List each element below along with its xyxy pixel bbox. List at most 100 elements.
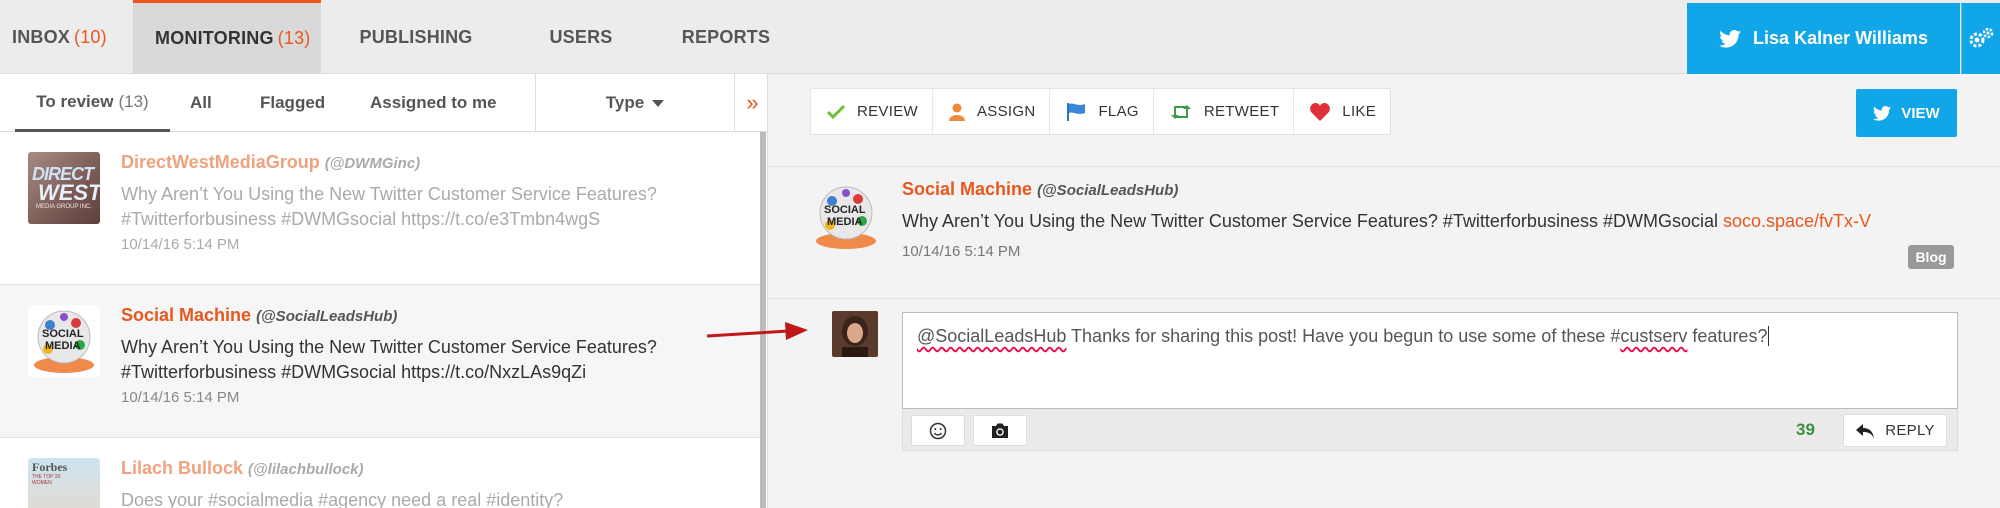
stream-filter-tabs: To review (13) All Flagged Assigned to m…	[0, 74, 767, 132]
review-button[interactable]: REVIEW	[811, 89, 933, 134]
author-handle[interactable]: (@DWMGinc)	[325, 155, 420, 172]
avatar-logo-text-1: SOCIAL	[824, 204, 866, 216]
reply-label: REPLY	[1885, 422, 1935, 439]
text-cursor	[1768, 326, 1770, 346]
tab-monitoring-count: (13)	[277, 28, 311, 48]
post-text-line-1: Why Aren’t You Using the New Twitter Cus…	[121, 184, 657, 204]
post-text-line-2: #Twitterforbusiness #DWMGsocial https://…	[121, 362, 587, 382]
assign-label: ASSIGN	[976, 103, 1036, 120]
author-handle[interactable]: (@lilachbullock)	[248, 461, 363, 478]
post-link[interactable]: soco.space/fvTx-V	[1723, 211, 1871, 231]
author-line: Social Machine (@SocialLeadsHub)	[902, 179, 1178, 200]
author-handle[interactable]: (@SocialLeadsHub)	[256, 308, 397, 325]
tab-inbox-label: INBOX	[12, 26, 71, 47]
my-avatar	[832, 311, 878, 357]
type-dropdown-label: Type	[605, 93, 645, 112]
like-button[interactable]: LIKE	[1294, 89, 1390, 134]
tab-users[interactable]: USERS	[511, 0, 651, 74]
flag-icon	[1067, 102, 1086, 121]
reply-textarea[interactable]: @SocialLeadsHub Thanks for sharing this …	[902, 312, 1958, 409]
subtab-all[interactable]: All	[190, 74, 212, 132]
author-name[interactable]: DirectWestMediaGroup	[121, 152, 320, 172]
avatar: DIRECT WEST MEDIA GROUP INC.	[28, 152, 100, 224]
reply-actions-bar: 39 REPLY	[902, 409, 1958, 451]
tab-users-label: USERS	[549, 26, 613, 47]
author-name[interactable]: Social Machine	[121, 305, 251, 325]
tab-publishing[interactable]: PUBLISHING	[321, 0, 511, 74]
post-text-content: Why Aren’t You Using the New Twitter Cus…	[902, 211, 1723, 231]
post-text: Why Aren’t You Using the New Twitter Cus…	[121, 182, 721, 232]
post-text-line-2: #Twitterforbusiness #DWMGsocial https://…	[121, 209, 601, 229]
author-name[interactable]: Social Machine	[902, 179, 1032, 199]
caret-down-icon	[652, 99, 665, 107]
selected-post: SOCIAL MEDIA Social Machine (@SocialLead…	[768, 166, 2000, 299]
reply-button[interactable]: REPLY	[1843, 414, 1947, 447]
gears-icon	[1969, 27, 1994, 47]
author-name[interactable]: Lilach Bullock	[121, 458, 243, 478]
camera-icon	[992, 423, 1008, 438]
subtab-to-review[interactable]: To review (13)	[15, 74, 170, 132]
twitter-bird-icon	[1719, 29, 1741, 48]
avatar: SOCIAL MEDIA	[28, 305, 100, 377]
feed-item-selected[interactable]: SOCIAL MEDIA Social Machine (@SocialLead…	[0, 285, 763, 438]
detail-panel: REVIEW ASSIGN FLAG RETWEET LIKE VIEW SOC…	[768, 74, 2000, 508]
post-text-line-1: Why Aren’t You Using the New Twitter Cus…	[121, 337, 657, 357]
reply-mention: @SocialLeadsHub	[917, 326, 1067, 346]
subtab-to-review-count: (13)	[118, 91, 149, 111]
retweet-button[interactable]: RETWEET	[1154, 89, 1295, 134]
post-text-line-1: Does your #socialmedia #agency need a re…	[121, 490, 564, 508]
post-text: Why Aren’t You Using the New Twitter Cus…	[902, 211, 1871, 232]
feed-item[interactable]: DIRECT WEST MEDIA GROUP INC. DirectWestM…	[0, 132, 763, 285]
avatar-logo-text-2: MEDIA	[827, 216, 863, 228]
reply-hashtag: custserv	[1620, 326, 1688, 346]
settings-button[interactable]	[1961, 3, 2000, 74]
user-account-button[interactable]: Lisa Kalner Williams	[1687, 3, 1960, 74]
smiley-icon	[929, 422, 947, 439]
avatar-logo-text-1: SOCIAL	[42, 328, 84, 340]
flag-button[interactable]: FLAG	[1050, 89, 1154, 134]
top-nav: INBOX (10) MONITORING (13) PUBLISHING US…	[0, 0, 2000, 74]
reply-arrow-icon	[1856, 423, 1875, 438]
post-text: Why Aren’t You Using the New Twitter Cus…	[121, 335, 721, 385]
user-name: Lisa Kalner Williams	[1753, 28, 1928, 48]
avatar-logo-text-2: MEDIA	[45, 340, 81, 352]
feed-item[interactable]: Forbes THE TOP 20 WOMEN Lilach Bullock (…	[0, 438, 763, 508]
collapse-panel-button[interactable]: »	[737, 74, 768, 132]
heart-icon	[1310, 102, 1331, 121]
author-line: Social Machine (@SocialLeadsHub)	[121, 305, 397, 326]
reply-text-middle: Thanks for sharing this post! Have you b…	[1066, 326, 1621, 346]
emoji-button[interactable]	[911, 415, 965, 446]
tab-monitoring[interactable]: MONITORING (13)	[133, 0, 321, 74]
like-label: LIKE	[1342, 103, 1377, 120]
tab-reports-label: REPORTS	[681, 26, 771, 47]
main-tabs: INBOX (10) MONITORING (13) PUBLISHING US…	[0, 0, 801, 74]
tab-reports[interactable]: REPORTS	[651, 0, 801, 74]
avatar: Forbes THE TOP 20 WOMEN	[28, 458, 100, 508]
avatar-logo-text-3: WOMEN	[32, 480, 52, 486]
subtab-flagged[interactable]: Flagged	[260, 74, 325, 132]
view-on-twitter-button[interactable]: VIEW	[1856, 89, 1957, 137]
twitter-bird-icon	[1873, 105, 1892, 121]
source-badge: Blog	[1908, 245, 1954, 269]
flag-label: FLAG	[1098, 103, 1139, 120]
type-dropdown[interactable]: Type	[535, 74, 735, 132]
tab-monitoring-label: MONITORING	[155, 28, 274, 48]
retweet-icon	[1170, 104, 1191, 119]
avatar-logo-text-2: WEST	[38, 180, 100, 205]
action-toolbar: REVIEW ASSIGN FLAG RETWEET LIKE	[810, 88, 1392, 135]
checkmark-icon	[827, 104, 845, 119]
view-label: VIEW	[1901, 104, 1940, 122]
attach-photo-button[interactable]	[973, 415, 1027, 446]
tab-publishing-label: PUBLISHING	[359, 26, 473, 47]
avatar-logo-text-3: MEDIA GROUP INC.	[36, 204, 92, 210]
reply-text-end: features?	[1687, 326, 1768, 346]
post-time: 10/14/16 5:14 PM	[121, 389, 240, 406]
subtab-assigned-to-me[interactable]: Assigned to me	[370, 74, 497, 132]
avatar-logo-text-1: Forbes	[32, 460, 68, 474]
assign-button[interactable]: ASSIGN	[933, 89, 1051, 134]
character-count: 39	[1796, 420, 1815, 439]
tab-inbox[interactable]: INBOX (10)	[0, 0, 133, 74]
review-label: REVIEW	[857, 103, 918, 120]
author-handle[interactable]: (@SocialLeadsHub)	[1037, 182, 1178, 199]
retweet-label: RETWEET	[1203, 103, 1280, 120]
